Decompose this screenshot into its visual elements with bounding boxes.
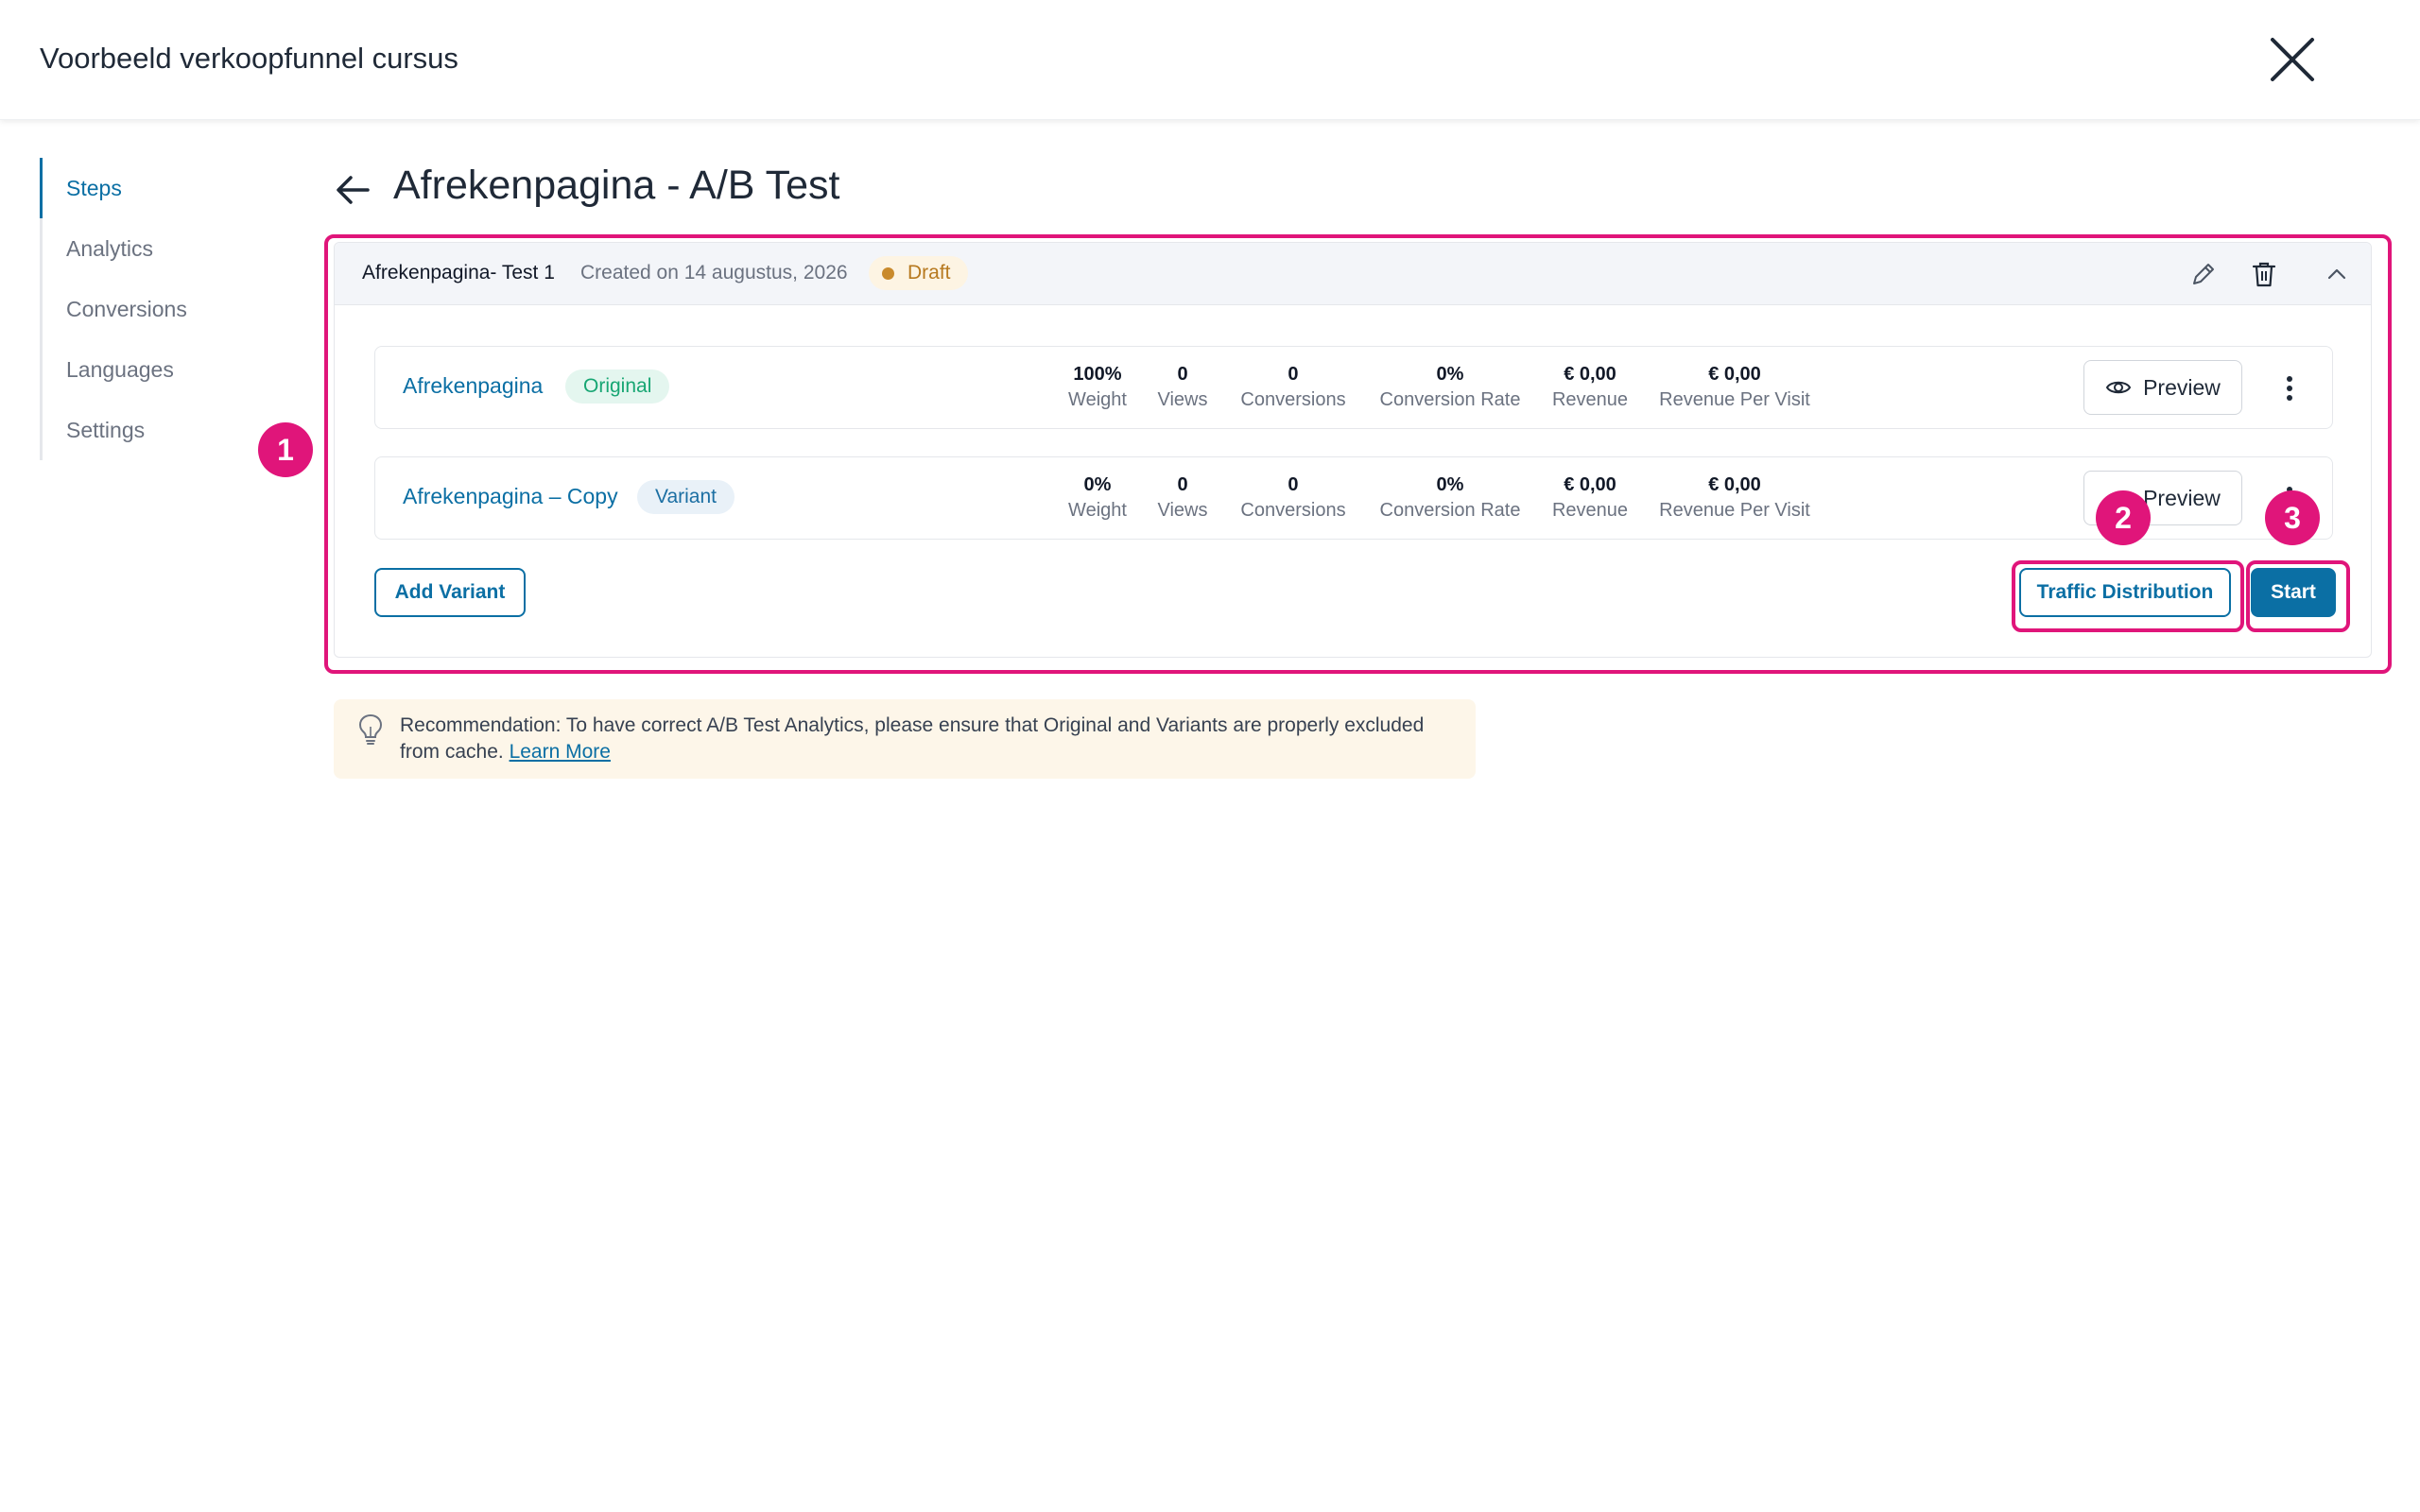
metric-value: € 0,00 [1564,364,1616,385]
metric-label: Views [1157,500,1208,521]
metric-value: 0% [1436,364,1464,385]
status-badge: Draft [869,256,968,290]
eye-icon [2105,381,2132,394]
kebab-menu-icon [2287,376,2292,401]
sidebar-item-settings[interactable]: Settings [40,400,267,460]
recommendation-banner: Recommendation: To have correct A/B Test… [334,699,1476,779]
metric-label: Conversion Rate [1379,389,1521,410]
variant-row-original: Afrekenpagina Original 100% Weight 0 Vie… [374,346,2333,429]
add-variant-button[interactable]: Add Variant [374,568,526,617]
recommendation-text: Recommendation: To have correct A/B Test… [400,713,1459,765]
variant-badge: Variant [637,480,735,514]
metric-value: 0 [1177,474,1188,495]
delete-button[interactable] [2249,259,2279,289]
top-bar: Voorbeeld verkoopfunnel cursus [0,0,2420,120]
metric-value: € 0,00 [1708,364,1761,385]
test-name: Afrekenpagina- Test 1 [362,262,555,284]
metric-value: 0 [1288,364,1299,385]
arrow-left-icon [337,176,370,204]
ab-test-card-header: Afrekenpagina- Test 1 Created on 14 augu… [335,243,2371,305]
start-button[interactable]: Start [2251,568,2336,617]
variant-row-copy: Afrekenpagina – Copy Variant 0% Weight 0… [374,456,2333,540]
status-label: Draft [908,262,951,284]
metric-revenue: € 0,00 Revenue [1552,362,1628,413]
metric-weight: 0% Weight [1068,472,1127,524]
sidebar-item-analytics[interactable]: Analytics [40,218,267,279]
collapse-button[interactable] [2322,259,2352,289]
annotation-number-3: 3 [2265,490,2320,545]
preview-label: Preview [2143,485,2221,510]
close-icon [2271,38,2314,81]
preview-label: Preview [2143,374,2221,400]
sidebar-item-steps[interactable]: Steps [40,158,267,218]
metric-conversion-rate: 0% Conversion Rate [1380,362,1521,413]
metric-label: Conversions [1240,500,1346,521]
created-date: Created on 14 augustus, 2026 [580,262,848,284]
ab-test-card: Afrekenpagina- Test 1 Created on 14 augu… [334,242,2372,658]
page-title: Afrekenpagina - A/B Test [393,163,840,208]
back-button[interactable] [334,171,372,209]
metric-value: 100% [1073,364,1122,385]
sidebar-nav: Steps Analytics Conversions Languages Se… [40,158,267,460]
metric-value: 0% [1083,474,1112,495]
variant-name-link[interactable]: Afrekenpagina [403,373,543,399]
metric-value: 0 [1288,474,1299,495]
trash-icon [2252,262,2276,287]
metric-value: € 0,00 [1708,474,1761,495]
edit-button[interactable] [2188,259,2219,289]
more-options-button[interactable] [2275,369,2304,407]
metric-conversion-rate: 0% Conversion Rate [1380,472,1521,524]
metric-label: Revenue Per Visit [1659,389,1810,410]
chevron-up-icon [2327,268,2346,280]
metric-value: 0% [1436,474,1464,495]
pencil-icon [2193,264,2214,284]
metric-label: Revenue [1551,500,1629,521]
original-badge: Original [565,369,670,404]
lightbulb-icon [358,713,383,745]
sidebar-item-conversions[interactable]: Conversions [40,279,267,339]
metric-conversions: 0 Conversions [1240,472,1345,524]
learn-more-link[interactable]: Learn More [510,741,611,763]
metric-label: Weight [1068,389,1127,410]
traffic-distribution-button[interactable]: Traffic Distribution [2019,568,2231,617]
metric-label: Conversions [1240,389,1346,410]
metric-label: Conversion Rate [1379,500,1521,521]
metric-label: Views [1157,389,1208,410]
app-title: Voorbeeld verkoopfunnel cursus [40,42,458,75]
metric-label: Weight [1068,500,1127,521]
metric-views: 0 Views [1158,362,1208,413]
metric-value: 0 [1177,364,1188,385]
metric-label: Revenue Per Visit [1659,500,1810,521]
annotation-number-2: 2 [2096,490,2151,545]
close-button[interactable] [2267,34,2318,85]
metric-conversions: 0 Conversions [1240,362,1345,413]
metric-label: Revenue [1551,389,1629,410]
annotation-number-1: 1 [258,422,313,477]
metric-weight: 100% Weight [1068,362,1127,413]
metric-revenue-per-visit: € 0,00 Revenue Per Visit [1659,362,1810,413]
status-dot-icon [882,266,894,280]
sidebar-item-languages[interactable]: Languages [40,339,267,400]
preview-button[interactable]: Preview [2083,360,2242,415]
metric-views: 0 Views [1158,472,1208,524]
variant-name-link[interactable]: Afrekenpagina – Copy [403,484,618,509]
metric-revenue-per-visit: € 0,00 Revenue Per Visit [1659,472,1810,524]
metric-value: € 0,00 [1564,474,1616,495]
metric-revenue: € 0,00 Revenue [1552,472,1628,524]
